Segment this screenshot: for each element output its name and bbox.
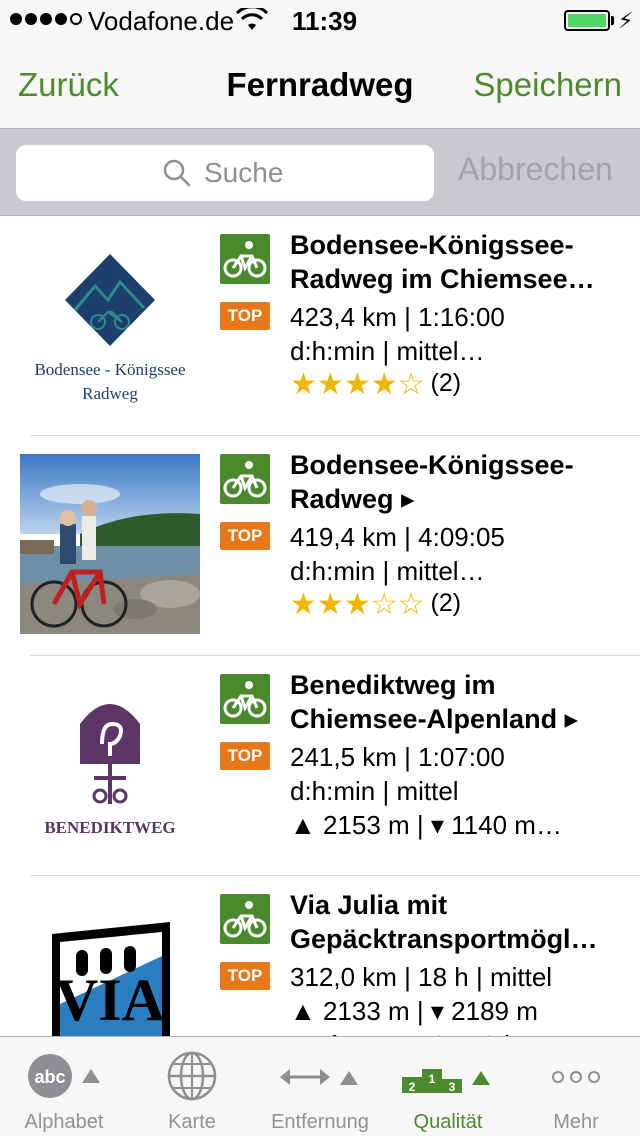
star-full-icon: ★	[290, 588, 317, 621]
bicycle-icon	[220, 894, 270, 944]
tab-alphabet[interactable]: abc Alphabet	[0, 1037, 128, 1136]
route-list[interactable]: Bodensee - Königssee Radweg TOP Bodensee…	[0, 216, 640, 1036]
route-logo: VIA	[20, 894, 200, 1036]
more-dots-icon	[552, 1071, 600, 1083]
route-title: Via Julia mit Gepäcktransportmögl…	[290, 888, 635, 956]
route-title-line: Gepäcktransportmögl…	[290, 924, 598, 954]
route-title: Bodensee-Königssee- Radweg im Chiemsee…	[290, 228, 635, 296]
status-time: 11:39	[292, 6, 358, 36]
svg-text:3: 3	[449, 1080, 456, 1094]
tab-map[interactable]: Karte	[128, 1037, 256, 1136]
route-difficulty: d:h:min | mittel…	[290, 336, 485, 366]
route-title: Bodensee-Königssee- Radweg ▸	[290, 448, 635, 516]
back-button[interactable]: Zurück	[18, 66, 119, 104]
search-field[interactable]	[16, 145, 434, 201]
svg-text:2: 2	[409, 1080, 416, 1094]
status-bar: Vodafone.de 11:39 ⚡	[0, 0, 640, 40]
logo-text: BENEDIKTWEG	[44, 818, 176, 837]
cyclists-lake-photo	[20, 454, 200, 634]
list-item[interactable]: BENEDIKTWEG TOP Benediktweg im Chiemsee-…	[0, 656, 640, 876]
route-distance-duration: 312,0 km | 18 h | mittel	[290, 962, 553, 992]
route-distance-duration: 419,4 km | 4:09:05	[290, 522, 505, 552]
top-badge: TOP	[220, 742, 270, 770]
route-logo: Bodensee - Königssee Radweg	[20, 234, 200, 414]
rating-count: (2)	[430, 589, 462, 617]
bicycle-icon	[220, 454, 270, 504]
route-distance-from-here: Entfernung: 257,8 km	[290, 1028, 635, 1036]
rating-stars: ★★★☆☆ (2)	[290, 588, 635, 623]
tab-label: Entfernung	[271, 1111, 369, 1133]
list-item[interactable]: Bodensee - Königssee Radweg TOP Bodensee…	[0, 216, 640, 436]
tab-distance[interactable]: Entfernung	[256, 1037, 384, 1136]
podium-icon: 2 1 3	[402, 1069, 490, 1094]
distance-arrows-icon	[280, 1069, 358, 1085]
tab-label: Alphabet	[24, 1111, 104, 1133]
top-badge: TOP	[220, 302, 270, 330]
top-badge: TOP	[220, 522, 270, 550]
route-elevation: ▲ 2153 m | ▾ 1140 m…	[290, 810, 562, 840]
route-title-line: Radweg ▸	[290, 484, 415, 514]
star-full-icon: ★	[343, 588, 371, 621]
navigation-bar: Zurück Fernradweg Speichern	[0, 40, 640, 128]
top-badge: TOP	[220, 962, 270, 990]
route-title-line: Benediktweg im	[290, 670, 496, 700]
globe-icon	[167, 1051, 217, 1101]
search-bar: Abbrechen	[0, 128, 640, 216]
tab-quality[interactable]: 2 1 3 Qualität	[384, 1037, 512, 1136]
route-title-line: Via Julia mit	[290, 890, 448, 920]
route-title-line: Bodensee-Königssee-	[290, 450, 574, 480]
star-full-icon: ★	[290, 368, 317, 401]
charging-bolt-icon: ⚡	[618, 8, 634, 33]
search-input[interactable]	[204, 153, 424, 193]
route-title-line: Bodensee-Königssee-	[290, 230, 574, 260]
page-title: Fernradweg	[226, 66, 414, 103]
list-item[interactable]: TOP Bodensee-Königssee- Radweg ▸ 419,4 k…	[0, 436, 640, 656]
search-icon	[163, 159, 191, 187]
tab-label: Karte	[168, 1111, 216, 1133]
battery-tip	[611, 16, 614, 25]
star-full-icon: ★	[316, 588, 344, 621]
route-distance-duration: 423,4 km | 1:16:00	[290, 302, 505, 332]
svg-text:1: 1	[429, 1072, 436, 1086]
save-button[interactable]: Speichern	[473, 66, 622, 104]
route-title-line: Radweg im Chiemsee…	[290, 264, 595, 294]
route-elevation: ▲ 2133 m | ▾ 2189 m	[290, 996, 538, 1026]
star-empty-icon: ☆	[370, 588, 398, 621]
tab-more[interactable]: Mehr	[512, 1037, 640, 1136]
star-empty-icon: ☆	[397, 368, 425, 401]
battery-icon	[564, 10, 610, 31]
svg-text:abc: abc	[34, 1067, 65, 1087]
bicycle-icon	[220, 234, 270, 284]
logo-text: Radweg	[82, 384, 138, 403]
tab-bar: abc Alphabet Karte Entfernung 2 1 3 Qual…	[0, 1036, 640, 1136]
route-difficulty: d:h:min | mittel…	[290, 556, 485, 586]
logo-text: Bodensee - Königssee	[34, 360, 186, 379]
rating-stars: ★★★★☆ (2)	[290, 368, 635, 403]
list-item[interactable]: VIA TOP Via Julia mit Gepäcktransportmög…	[0, 876, 640, 1036]
bicycle-icon	[220, 674, 270, 724]
tab-label: Qualität	[413, 1111, 483, 1133]
route-distance-duration: 241,5 km | 1:07:00	[290, 742, 505, 772]
route-title-line: Chiemsee-Alpenland ▸	[290, 704, 579, 734]
star-full-icon: ★	[370, 368, 398, 401]
cancel-button[interactable]: Abbrechen	[458, 151, 613, 188]
star-full-icon: ★	[316, 368, 344, 401]
wifi-icon	[236, 8, 268, 30]
route-difficulty: d:h:min | mittel	[290, 776, 459, 806]
star-full-icon: ★	[343, 368, 371, 401]
signal-strength-icon	[10, 13, 82, 25]
route-title: Benediktweg im Chiemsee-Alpenland ▸	[290, 668, 635, 736]
route-logo: BENEDIKTWEG	[20, 674, 200, 854]
carrier-name: Vodafone.de	[88, 6, 235, 36]
tab-label: Mehr	[553, 1111, 599, 1133]
abc-icon: abc	[28, 1054, 100, 1098]
star-empty-icon: ☆	[397, 588, 425, 621]
route-photo	[20, 454, 200, 634]
logo-text: VIA	[54, 967, 165, 1033]
rating-count: (2)	[430, 369, 462, 397]
